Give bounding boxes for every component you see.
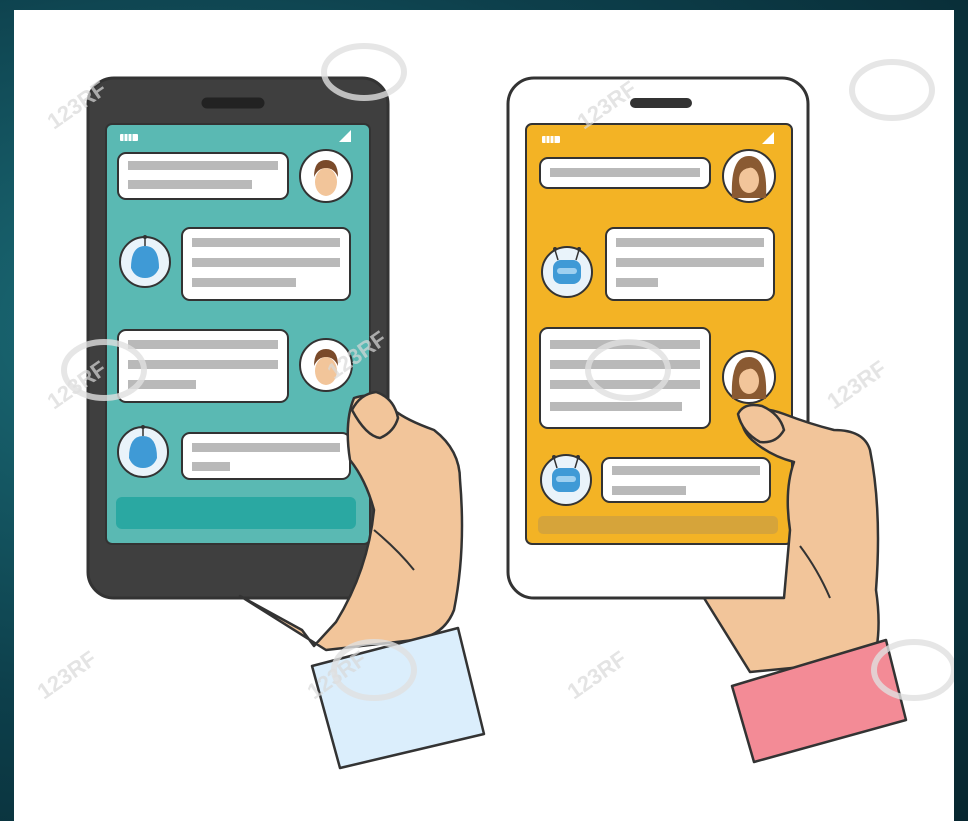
woman-avatar <box>722 149 776 203</box>
chat-bubble <box>601 457 771 503</box>
watermark-text: 123RF <box>823 356 891 414</box>
left-phone-speaker <box>201 97 265 109</box>
text-line <box>192 443 340 452</box>
text-line <box>192 278 296 287</box>
message-input-bar <box>538 516 778 534</box>
chatbot-phones-illustration: 123RF 123RF 123RF 123RF 123RF 123RF 123R… <box>33 43 957 770</box>
text-line <box>128 340 278 349</box>
illustration-canvas: 123RF 123RF 123RF 123RF 123RF 123RF 123R… <box>14 10 957 821</box>
chat-bubble <box>181 432 351 480</box>
text-line <box>192 462 230 471</box>
text-line <box>612 466 760 475</box>
watermark-icon <box>849 59 935 121</box>
message-input-bar <box>116 497 356 529</box>
text-line <box>550 402 682 411</box>
chat-message-bot <box>540 454 771 506</box>
chat-bubble <box>117 152 289 200</box>
right-phone-speaker <box>630 98 692 108</box>
text-line <box>616 238 764 247</box>
text-line <box>612 486 686 495</box>
woman-avatar <box>722 350 776 404</box>
left-phone <box>86 76 390 600</box>
text-line <box>550 360 700 369</box>
bot-avatar <box>117 425 169 478</box>
text-line <box>550 168 700 177</box>
bot-avatar <box>119 235 171 288</box>
bot-avatar <box>541 246 593 298</box>
right-phone <box>506 76 810 600</box>
text-line <box>550 380 700 389</box>
watermark-text: 123RF <box>33 646 101 704</box>
dark-teal-frame: 123RF 123RF 123RF 123RF 123RF 123RF 123R… <box>0 0 968 821</box>
battery-icon <box>542 136 560 143</box>
text-line <box>616 278 658 287</box>
text-line <box>128 161 278 170</box>
text-line <box>128 360 278 369</box>
text-line <box>616 258 764 267</box>
man-avatar <box>299 149 353 203</box>
text-line <box>192 238 340 247</box>
watermark-text: 123RF <box>563 646 631 704</box>
text-line <box>128 180 252 189</box>
battery-icon <box>120 134 138 141</box>
bot-avatar <box>540 454 592 506</box>
text-line <box>192 258 340 267</box>
chat-message-bot <box>117 425 351 480</box>
chat-message-user <box>117 149 353 203</box>
